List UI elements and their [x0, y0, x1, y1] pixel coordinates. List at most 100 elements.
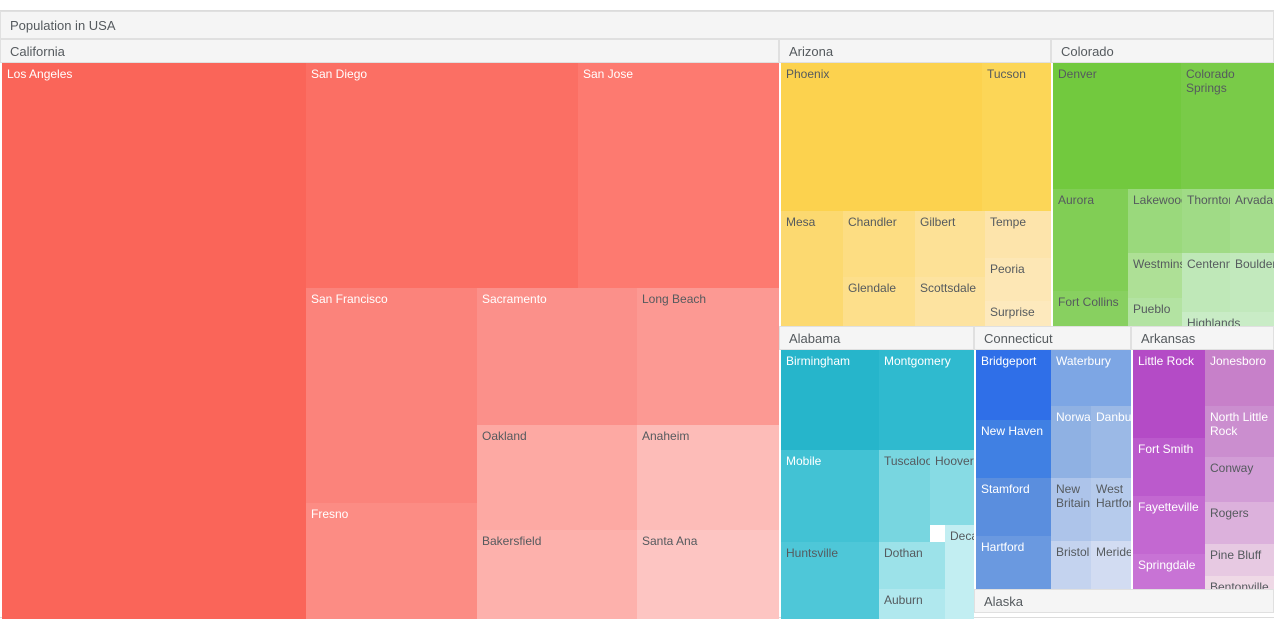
leaf-label: San Jose: [583, 67, 634, 81]
leaf-label: Mesa: [786, 215, 816, 229]
treemap-leaf-hoover[interactable]: Hoover: [930, 450, 974, 525]
treemap-leaf-pine-bluff[interactable]: Pine Bluff: [1205, 544, 1274, 576]
treemap-leaf-danbury[interactable]: Danbury: [1091, 406, 1131, 478]
treemap-leaf-colorado-springs[interactable]: Colorado Springs: [1181, 63, 1274, 189]
group-label-arizona: Arizona: [789, 43, 834, 59]
treemap-leaf-centennial[interactable]: Centennial: [1182, 253, 1230, 312]
leaf-label: New Haven: [981, 424, 1044, 438]
group-label-arkansas: Arkansas: [1141, 330, 1196, 346]
treemap-leaf-north-little-rock[interactable]: North Little Rock: [1205, 406, 1274, 457]
group-header-alaska[interactable]: Alaska: [974, 589, 1274, 613]
leaf-label: Montgomery: [884, 354, 951, 368]
treemap-leaf-phoenix[interactable]: Phoenix: [781, 63, 982, 211]
treemap-leaf-bakersfield[interactable]: Bakersfield: [477, 530, 637, 619]
treemap-leaf-birmingham[interactable]: Birmingham: [781, 350, 879, 450]
leaf-label: Mobile: [786, 454, 822, 468]
treemap-leaf-montgomery[interactable]: Montgomery: [879, 350, 974, 450]
treemap-leaf-westminster[interactable]: Westminster: [1128, 253, 1182, 298]
treemap-leaf-fort-smith[interactable]: Fort Smith: [1133, 438, 1205, 496]
treemap-leaf-lakewood[interactable]: Lakewood: [1128, 189, 1182, 253]
treemap-leaf-aurora[interactable]: Aurora: [1053, 189, 1128, 291]
treemap-leaf-huntsville[interactable]: Huntsville: [781, 542, 879, 619]
treemap-leaf-springdale[interactable]: Springdale: [1133, 554, 1205, 594]
leaf-label: Glendale: [848, 281, 897, 295]
leaf-label: Pine Bluff: [1210, 548, 1262, 562]
treemap-leaf-peoria[interactable]: Peoria: [985, 258, 1051, 301]
group-label-colorado: Colorado: [1061, 43, 1114, 59]
treemap-leaf-mesa[interactable]: Mesa: [781, 211, 843, 336]
treemap-leaf-dothan[interactable]: Dothan: [879, 542, 945, 589]
leaf-label: San Diego: [311, 67, 368, 81]
leaf-label: Fresno: [311, 507, 349, 521]
leaf-label: Huntsville: [786, 546, 839, 560]
leaf-label: West Hartford: [1096, 482, 1131, 510]
group-header-colorado[interactable]: Colorado: [1051, 39, 1274, 63]
treemap-leaf-arvada[interactable]: Arvada: [1230, 189, 1274, 253]
treemap-leaf-boulder[interactable]: Boulder: [1230, 253, 1274, 312]
treemap-leaf-tuscaloosa[interactable]: Tuscaloosa: [879, 450, 930, 542]
leaf-label: Tempe: [990, 215, 1027, 229]
treemap-leaf-chandler[interactable]: Chandler: [843, 211, 915, 277]
leaf-label: Conway: [1210, 461, 1254, 475]
treemap-leaf-tucson[interactable]: Tucson: [982, 63, 1051, 211]
leaf-label: Colorado Springs: [1186, 67, 1235, 95]
group-header-arizona[interactable]: Arizona: [779, 39, 1051, 63]
treemap-leaf-decatur[interactable]: Decatur: [945, 525, 974, 619]
group-label-alaska: Alaska: [984, 593, 1024, 609]
group-header-california[interactable]: California: [0, 39, 779, 63]
leaf-label: Centennial: [1187, 257, 1230, 271]
group-header-arkansas[interactable]: Arkansas: [1131, 326, 1274, 350]
treemap-leaf-new-britain[interactable]: New Britain: [1051, 478, 1091, 541]
page-title: Population in USA: [10, 17, 116, 33]
treemap-leaf-mobile[interactable]: Mobile: [781, 450, 879, 542]
treemap-leaf-san-francisco[interactable]: San Francisco: [306, 288, 477, 503]
leaf-label: Stamford: [981, 482, 1030, 496]
treemap-leaf-hartford[interactable]: Hartford: [976, 536, 1051, 594]
treemap-leaf-conway[interactable]: Conway: [1205, 457, 1274, 502]
leaf-label: Santa Ana: [642, 534, 698, 548]
leaf-label: Bristol: [1056, 545, 1090, 559]
leaf-label: Scottsdale: [920, 281, 977, 295]
leaf-label: Los Angeles: [7, 67, 73, 81]
treemap-leaf-west-hartford[interactable]: West Hartford: [1091, 478, 1131, 541]
leaf-label: Phoenix: [786, 67, 830, 81]
treemap-leaf-meriden[interactable]: Meriden: [1091, 541, 1131, 594]
treemap-leaf-fayetteville[interactable]: Fayetteville: [1133, 496, 1205, 554]
treemap-leaf-rogers[interactable]: Rogers: [1205, 502, 1274, 544]
treemap-leaf-little-rock[interactable]: Little Rock: [1133, 350, 1205, 438]
treemap-leaf-long-beach[interactable]: Long Beach: [637, 288, 779, 425]
leaf-label: Chandler: [848, 215, 897, 229]
leaf-label: Boulder: [1235, 257, 1274, 271]
leaf-label: Norwalk: [1056, 410, 1091, 424]
treemap-leaf-denver[interactable]: Denver: [1053, 63, 1181, 189]
treemap-leaf-jonesboro[interactable]: Jonesboro: [1205, 350, 1274, 406]
treemap-leaf-stamford[interactable]: Stamford: [976, 478, 1051, 536]
treemap-leaf-los-angeles[interactable]: Los Angeles: [2, 63, 306, 619]
group-header-connecticut[interactable]: Connecticut: [974, 326, 1131, 350]
group-label-alabama: Alabama: [789, 330, 841, 346]
treemap-leaf-fresno[interactable]: Fresno: [306, 503, 477, 619]
treemap-leaf-new-haven[interactable]: New Haven: [976, 420, 1051, 478]
treemap-leaf-gilbert[interactable]: Gilbert: [915, 211, 985, 277]
treemap-leaf-auburn[interactable]: Auburn: [879, 589, 945, 619]
leaf-label: Waterbury: [1056, 354, 1111, 368]
treemap-leaf-tempe[interactable]: Tempe: [985, 211, 1051, 258]
treemap-leaf-bridgeport[interactable]: Bridgeport: [976, 350, 1051, 420]
treemap-leaf-anaheim[interactable]: Anaheim: [637, 425, 779, 530]
treemap-leaf-santa-ana[interactable]: Santa Ana: [637, 530, 779, 619]
leaf-label: Oakland: [482, 429, 527, 443]
treemap-leaf-oakland[interactable]: Oakland: [477, 425, 637, 530]
leaf-label: Birmingham: [786, 354, 851, 368]
leaf-label: Long Beach: [642, 292, 707, 306]
treemap-chart: Population in USA California Los Angeles…: [0, 0, 1274, 634]
treemap-leaf-san-diego[interactable]: San Diego: [306, 63, 578, 288]
treemap-leaf-bristol[interactable]: Bristol: [1051, 541, 1091, 594]
treemap-leaf-norwalk[interactable]: Norwalk: [1051, 406, 1091, 478]
treemap-leaf-sacramento[interactable]: Sacramento: [477, 288, 637, 425]
treemap-leaf-waterbury[interactable]: Waterbury: [1051, 350, 1131, 406]
group-header-alabama[interactable]: Alabama: [779, 326, 974, 350]
treemap-leaf-san-jose[interactable]: San Jose: [578, 63, 779, 288]
treemap-leaf-thornton[interactable]: Thornton: [1182, 189, 1230, 253]
leaf-label: Bridgeport: [981, 354, 1037, 368]
leaf-label: Springdale: [1138, 558, 1196, 572]
